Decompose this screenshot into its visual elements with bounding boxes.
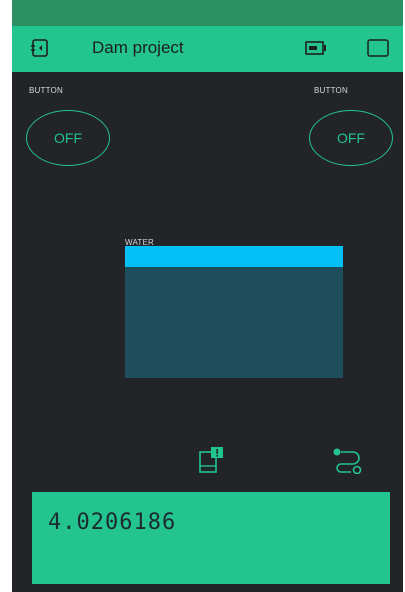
button-right-state: OFF: [337, 130, 365, 146]
button-left-state: OFF: [54, 130, 82, 146]
button-right[interactable]: OFF: [309, 110, 393, 166]
battery-icon[interactable]: [305, 40, 327, 61]
button-right-label: BUTTON: [314, 86, 348, 95]
square-icon[interactable]: [367, 39, 389, 62]
value-display[interactable]: 4.0206186: [32, 492, 390, 584]
eventor-flow-icon[interactable]: [332, 446, 362, 479]
widget-box-icon[interactable]: [198, 446, 226, 479]
status-bar: [12, 0, 403, 26]
phone-screen: Dam project BUTTON OFF BUTTON OFF WATER: [12, 0, 403, 592]
device-return-icon[interactable]: [30, 38, 50, 63]
water-level-fill: [125, 246, 343, 267]
project-title: Dam project: [92, 38, 184, 57]
water-level-widget[interactable]: [125, 246, 343, 378]
button-left[interactable]: OFF: [26, 110, 110, 166]
button-left-label: BUTTON: [29, 86, 63, 95]
value-display-reading: 4.0206186: [48, 510, 177, 535]
app-bar: Dam project: [12, 26, 403, 72]
